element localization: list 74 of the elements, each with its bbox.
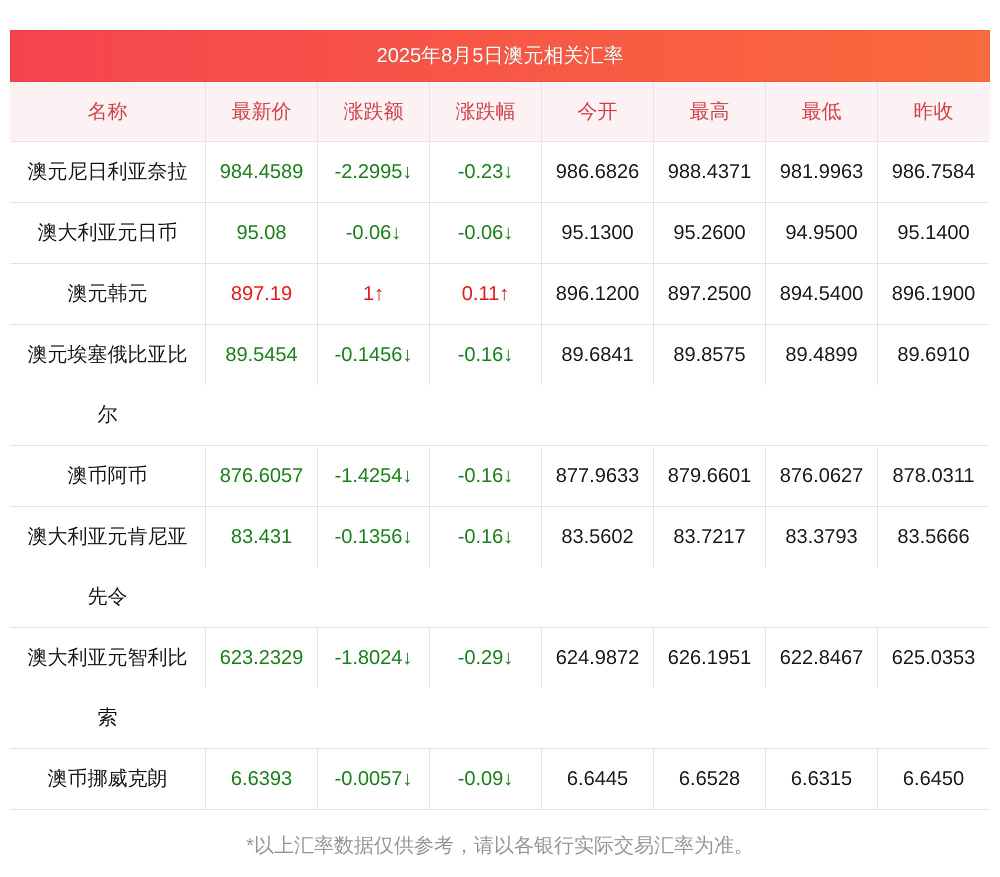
column-header: 名称 [86,100,128,125]
column-header: 涨跌幅 [429,82,541,142]
table-cell: -0.09↓ [429,749,541,809]
table-cell: 622.8467 [765,628,877,688]
column-header: 昨收 [877,82,989,142]
table-cell: 澳大利亚元肯尼亚先令 [10,506,205,628]
table-cell: -0.1356↓ [317,507,429,567]
table-cell: 896.1200 [541,264,653,324]
table-cell: 984.4589 [205,142,317,202]
table-cell: 894.5400 [765,264,877,324]
table-cell: 0.11↑ [429,264,541,324]
table-cell: 澳元韩元 [10,263,205,325]
table-cell: 625.0353 [877,628,989,688]
table-cell: -1.4254↓ [317,446,429,506]
table-cell: 94.9500 [765,203,877,263]
table-cell: 6.6450 [877,749,989,809]
table-cell: 981.9963 [765,142,877,202]
table-cell: 澳元尼日利亚奈拉 [10,141,205,203]
table-cell: 624.9872 [541,628,653,688]
table-cell: -0.06↓ [429,203,541,263]
table-cell: 澳大利亚元智利比索 [10,627,205,749]
table-cell: 623.2329 [205,628,317,688]
table-cell: 897.2500 [653,264,765,324]
table-cell: 626.1951 [653,628,765,688]
table-cell: -0.0057↓ [317,749,429,809]
table-cell: 83.5666 [877,507,989,567]
table-cell: 6.6445 [541,749,653,809]
table-cell: 89.6910 [877,325,989,385]
table-cell: 澳大利亚元日币 [10,202,205,264]
table-cell: -1.8024↓ [317,628,429,688]
table-cell: 986.7584 [877,142,989,202]
table-cell: 6.6315 [765,749,877,809]
table-cell: 89.5454 [205,325,317,385]
column-header: 最低 [765,82,877,142]
table-cell: 83.7217 [653,507,765,567]
table-cell: -0.23↓ [429,142,541,202]
footnote: *以上汇率数据仅供参考，请以各银行实际交易汇率为准。 [245,834,755,859]
table-cell: 896.1900 [877,264,989,324]
table-cell: 83.3793 [765,507,877,567]
table-cell: 澳元埃塞俄比亚比尔 [10,324,205,446]
table-cell: 986.6826 [541,142,653,202]
table-cell: 6.6528 [653,749,765,809]
table-cell: 95.08 [205,203,317,263]
table-cell: 澳币阿币 [10,445,205,507]
table-cell: -0.16↓ [429,446,541,506]
table-cell: -0.16↓ [429,325,541,385]
table-cell: 897.19 [205,264,317,324]
column-header: 最高 [653,82,765,142]
table-cell: 879.6601 [653,446,765,506]
table-cell: -0.29↓ [429,628,541,688]
column-header: 今开 [541,82,653,142]
table-cell: 878.0311 [877,446,989,506]
table-cell: 83.431 [205,507,317,567]
table-cell: 95.1300 [541,203,653,263]
table-cell: -0.1456↓ [317,325,429,385]
table-cell: 89.4899 [765,325,877,385]
table-cell: 876.0627 [765,446,877,506]
table-cell: 877.9633 [541,446,653,506]
column-header: 涨跌额 [317,82,429,142]
table-cell: -0.16↓ [429,507,541,567]
table-cell: 95.2600 [653,203,765,263]
table-cell: 89.6841 [541,325,653,385]
table-cell: 澳币挪威克朗 [10,748,205,810]
column-header: 最新价 [205,82,317,142]
table-cell: 95.1400 [877,203,989,263]
table-cell: 988.4371 [653,142,765,202]
table-cell: 876.6057 [205,446,317,506]
table-cell: 1↑ [317,264,429,324]
table-cell: 89.8575 [653,325,765,385]
table-cell: 6.6393 [205,749,317,809]
table-cell: -0.06↓ [317,203,429,263]
table-cell: 83.5602 [541,507,653,567]
table-cell: -2.2995↓ [317,142,429,202]
table-title: 2025年8月5日澳元相关汇率 [10,30,990,82]
